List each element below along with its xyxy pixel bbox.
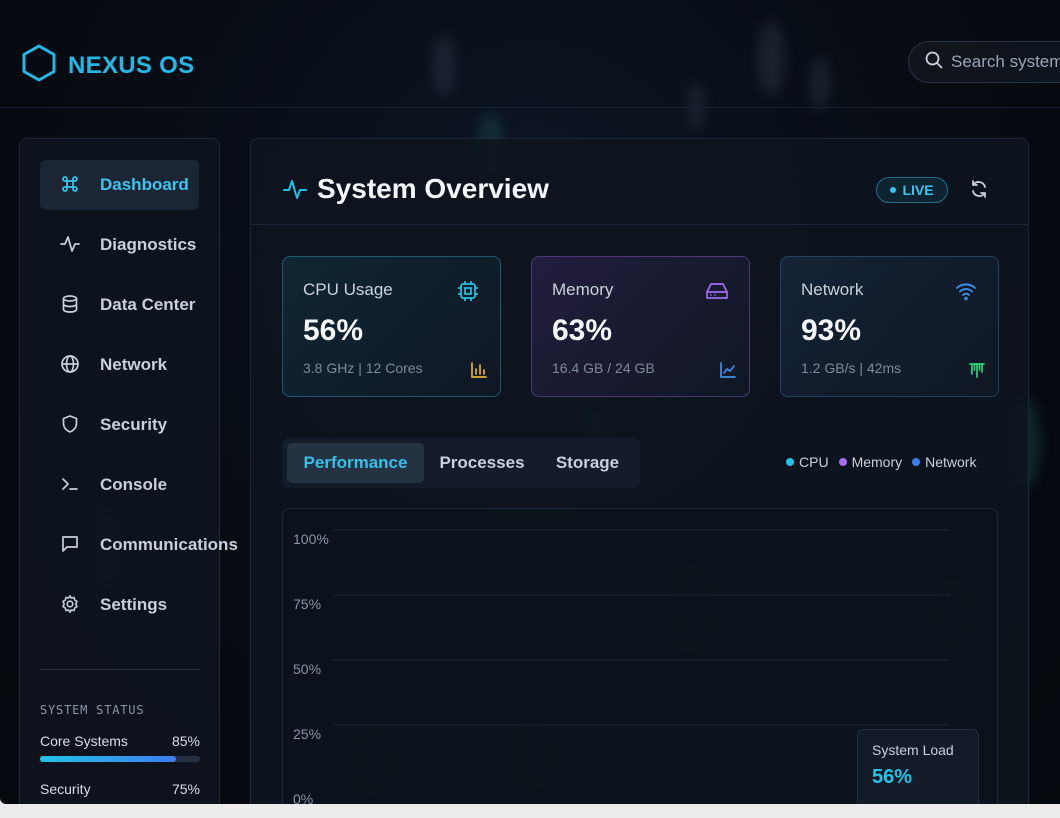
command-icon (60, 174, 80, 194)
y-tick-label: 50% (293, 661, 321, 677)
sidebar-item-dashboard[interactable]: Dashboard (40, 160, 199, 210)
card-subtext: 1.2 GB/s | 42ms (801, 360, 902, 376)
system-load-card: System Load 56% (857, 729, 979, 804)
activity-icon (283, 177, 307, 206)
activity-icon (60, 234, 80, 254)
live-badge: LIVE (876, 177, 948, 203)
card-label: Network (801, 280, 864, 299)
refresh-icon[interactable] (969, 179, 989, 204)
status-label: Core Systems (40, 733, 128, 749)
system-status-title: SYSTEM STATUS (40, 703, 145, 717)
legend-dot (838, 458, 847, 466)
hard-drive-icon (705, 279, 729, 308)
sidebar-divider (40, 669, 200, 670)
sidebar-item-label: Settings (100, 595, 168, 614)
y-tick-label: 0% (293, 791, 313, 804)
system-load-label: System Load (872, 742, 954, 758)
sidebar-item-data-center[interactable]: Data Center (40, 280, 199, 330)
logo[interactable]: NEXUS OS (22, 44, 194, 87)
sidebar-item-label: Network (100, 355, 168, 374)
search-icon (925, 51, 943, 74)
system-overview-panel: System Overview LIVE CPU Usage 56% 3.8 G… (250, 138, 1029, 804)
sidebar-item-label: Data Center (100, 295, 196, 314)
sidebar-item-label: Dashboard (100, 175, 189, 194)
y-tick-label: 75% (293, 596, 321, 612)
core-systems-progress-fill (40, 756, 176, 762)
y-tick-label: 25% (293, 726, 321, 742)
card-value: 63% (552, 314, 613, 347)
wifi-icon (954, 279, 978, 308)
card-value: 93% (801, 314, 862, 347)
terminal-icon (60, 474, 80, 494)
status-label: Security (40, 781, 91, 797)
legend-item-network: Network (912, 454, 976, 470)
shield-icon (60, 414, 80, 434)
sidebar-item-label: Communications (100, 535, 238, 554)
search-input[interactable] (951, 52, 1060, 72)
legend-dot (912, 458, 921, 466)
legend-item-memory: Memory (838, 454, 903, 470)
card-value: 56% (303, 314, 364, 347)
database-icon (60, 294, 80, 314)
status-row-core-systems: Core Systems 85% (40, 733, 200, 749)
app-window: NEXUS OS Dashboard Diagnostics Da (0, 0, 1060, 804)
sidebar-item-network[interactable]: Network (40, 340, 199, 390)
bar-chart-icon (470, 361, 488, 384)
network-card[interactable]: Network 93% 1.2 GB/s | 42ms (780, 256, 999, 397)
y-tick-label: 100% (293, 531, 329, 547)
tab-processes[interactable]: Processes (428, 443, 536, 483)
sidebar-item-console[interactable]: Console (40, 460, 199, 510)
hexagon-logo-icon (22, 44, 56, 87)
tab-storage[interactable]: Storage (540, 443, 635, 483)
sidebar-item-label: Security (100, 415, 168, 434)
message-icon (60, 534, 80, 554)
tab-performance[interactable]: Performance (287, 443, 424, 483)
top-header: NEXUS OS (0, 0, 1060, 108)
card-label: Memory (552, 280, 614, 299)
sidebar-item-label: Diagnostics (100, 235, 197, 254)
card-subtext: 16.4 GB / 24 GB (552, 360, 655, 376)
legend-label: Network (925, 454, 977, 470)
cpu-icon (456, 279, 480, 308)
signal-icon (968, 361, 986, 384)
memory-card[interactable]: Memory 63% 16.4 GB / 24 GB (531, 256, 750, 397)
panel-header: System Overview LIVE (251, 139, 1028, 225)
sidebar-item-communications[interactable]: Communications (40, 520, 238, 570)
performance-chart: 100% 75% 50% 25% 0% System Load 56% (282, 508, 998, 804)
sidebar-item-label: Console (100, 475, 168, 494)
status-value: 85% (171, 733, 200, 749)
system-load-value: 56% (872, 766, 913, 788)
live-dot (890, 187, 897, 193)
sidebar-item-security[interactable]: Security (40, 400, 199, 450)
core-systems-progress (40, 756, 200, 762)
page-title: System Overview (317, 173, 549, 204)
chart-legend: CPU Memory Network (786, 454, 976, 470)
status-value: 75% (171, 781, 200, 797)
gear-icon (60, 594, 80, 614)
card-subtext: 3.8 GHz | 12 Cores (303, 360, 423, 376)
live-label: LIVE (902, 182, 934, 198)
cpu-usage-card[interactable]: CPU Usage 56% 3.8 GHz | 12 Cores (282, 256, 501, 397)
line-chart-icon (719, 361, 737, 384)
legend-label: Memory (851, 454, 903, 470)
sidebar: Dashboard Diagnostics Data Center Networ… (19, 138, 238, 804)
status-row-security: Security 75% (40, 781, 200, 797)
app-name: NEXUS OS (68, 51, 195, 79)
card-label: CPU Usage (303, 280, 393, 299)
globe-icon (60, 354, 80, 374)
sidebar-item-diagnostics[interactable]: Diagnostics (40, 220, 199, 270)
legend-dot (786, 458, 794, 466)
view-tabs: Performance Processes Storage (282, 438, 640, 488)
sidebar-item-settings[interactable]: Settings (40, 580, 199, 630)
legend-item-cpu: CPU (786, 454, 829, 470)
legend-label: CPU (799, 454, 829, 470)
search-box[interactable] (908, 41, 1060, 83)
